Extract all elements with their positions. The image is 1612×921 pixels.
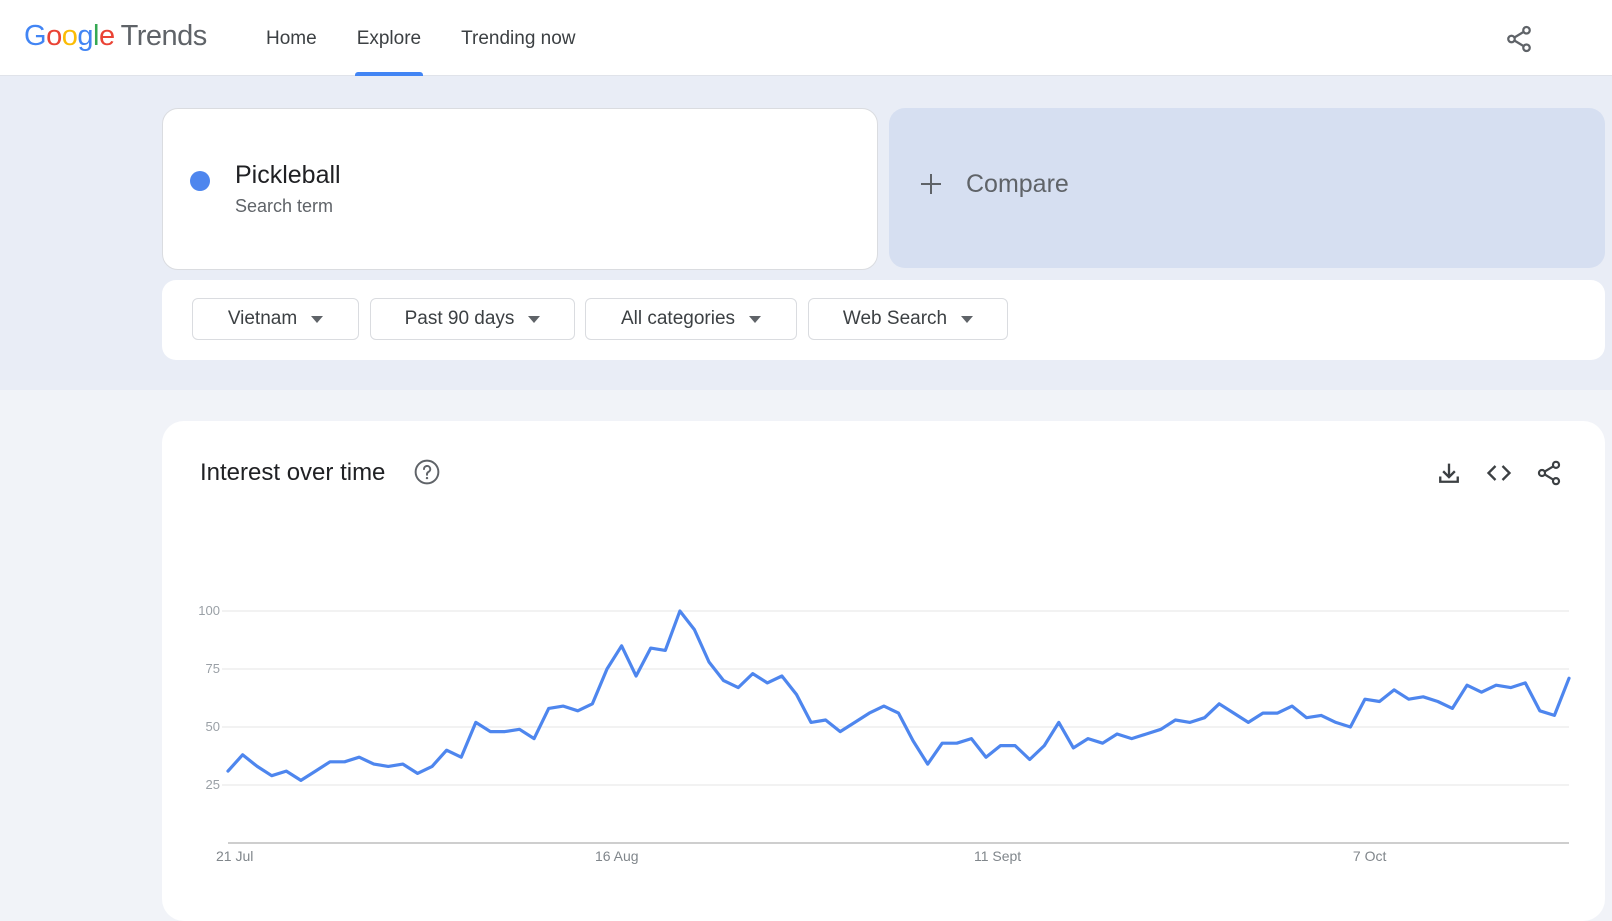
- share-icon[interactable]: [1504, 24, 1534, 54]
- search-term-card[interactable]: Pickleball Search term: [162, 108, 878, 270]
- top-bar: Google Trends Home Explore Trending now: [0, 0, 1612, 76]
- interest-over-time-card: Interest over time 25 50 75 100 21 Jul 16 Aug…: [162, 421, 1605, 921]
- filter-search-type-label: Web Search: [842, 308, 948, 329]
- dropdown-caret-icon: [961, 315, 974, 323]
- nav-explore[interactable]: Explore: [337, 0, 441, 76]
- dropdown-caret-icon: [311, 315, 324, 323]
- plus-icon: [921, 174, 941, 194]
- nav-home[interactable]: Home: [246, 0, 337, 76]
- search-term-name[interactable]: Pickleball: [235, 161, 341, 190]
- logo-trends-text: Trends: [120, 20, 208, 52]
- filter-search-type[interactable]: Web Search: [808, 298, 1008, 340]
- logo-letter-o2: o: [61, 20, 78, 52]
- logo-letter-g: G: [24, 20, 47, 52]
- main-nav: Home Explore Trending now: [246, 0, 596, 76]
- y-tick-label: 100: [198, 603, 220, 618]
- filter-region[interactable]: Vietnam: [192, 298, 359, 340]
- x-tick-label: 11 Sept: [974, 848, 1021, 864]
- y-tick-label: 50: [206, 719, 220, 734]
- dropdown-caret-icon: [528, 315, 541, 323]
- search-term-type: Search term: [235, 196, 334, 216]
- logo-letter-o1: o: [46, 20, 62, 52]
- y-tick-label: 25: [206, 777, 220, 792]
- filter-time-range[interactable]: Past 90 days: [370, 298, 575, 340]
- filter-time-label: Past 90 days: [404, 308, 515, 329]
- google-trends-logo[interactable]: Google Trends: [24, 20, 207, 53]
- filter-region-label: Vietnam: [227, 308, 298, 329]
- interest-line-chart: 25 50 75 100 21 Jul 16 Aug 11 Sept 7 Oct: [198, 603, 1571, 864]
- x-tick-label: 16 Aug: [595, 848, 639, 864]
- logo-letter-g2: g: [77, 20, 93, 52]
- filter-bar: Vietnam Past 90 days All categories Web …: [162, 280, 1605, 360]
- x-tick-label: 21 Jul: [216, 848, 253, 864]
- logo-letter-e: e: [98, 20, 115, 52]
- filter-category-label: All categories: [620, 308, 736, 329]
- compare-label: Compare: [966, 170, 1069, 198]
- nav-trending-now[interactable]: Trending now: [441, 0, 595, 76]
- series-line-pickleball[interactable]: [226, 609, 1571, 782]
- compare-button[interactable]: Compare: [889, 108, 1605, 268]
- term-color-dot: [190, 171, 210, 191]
- dropdown-caret-icon: [749, 315, 762, 323]
- x-tick-label: 7 Oct: [1353, 848, 1387, 864]
- filter-category[interactable]: All categories: [585, 298, 797, 340]
- y-tick-label: 75: [206, 661, 220, 676]
